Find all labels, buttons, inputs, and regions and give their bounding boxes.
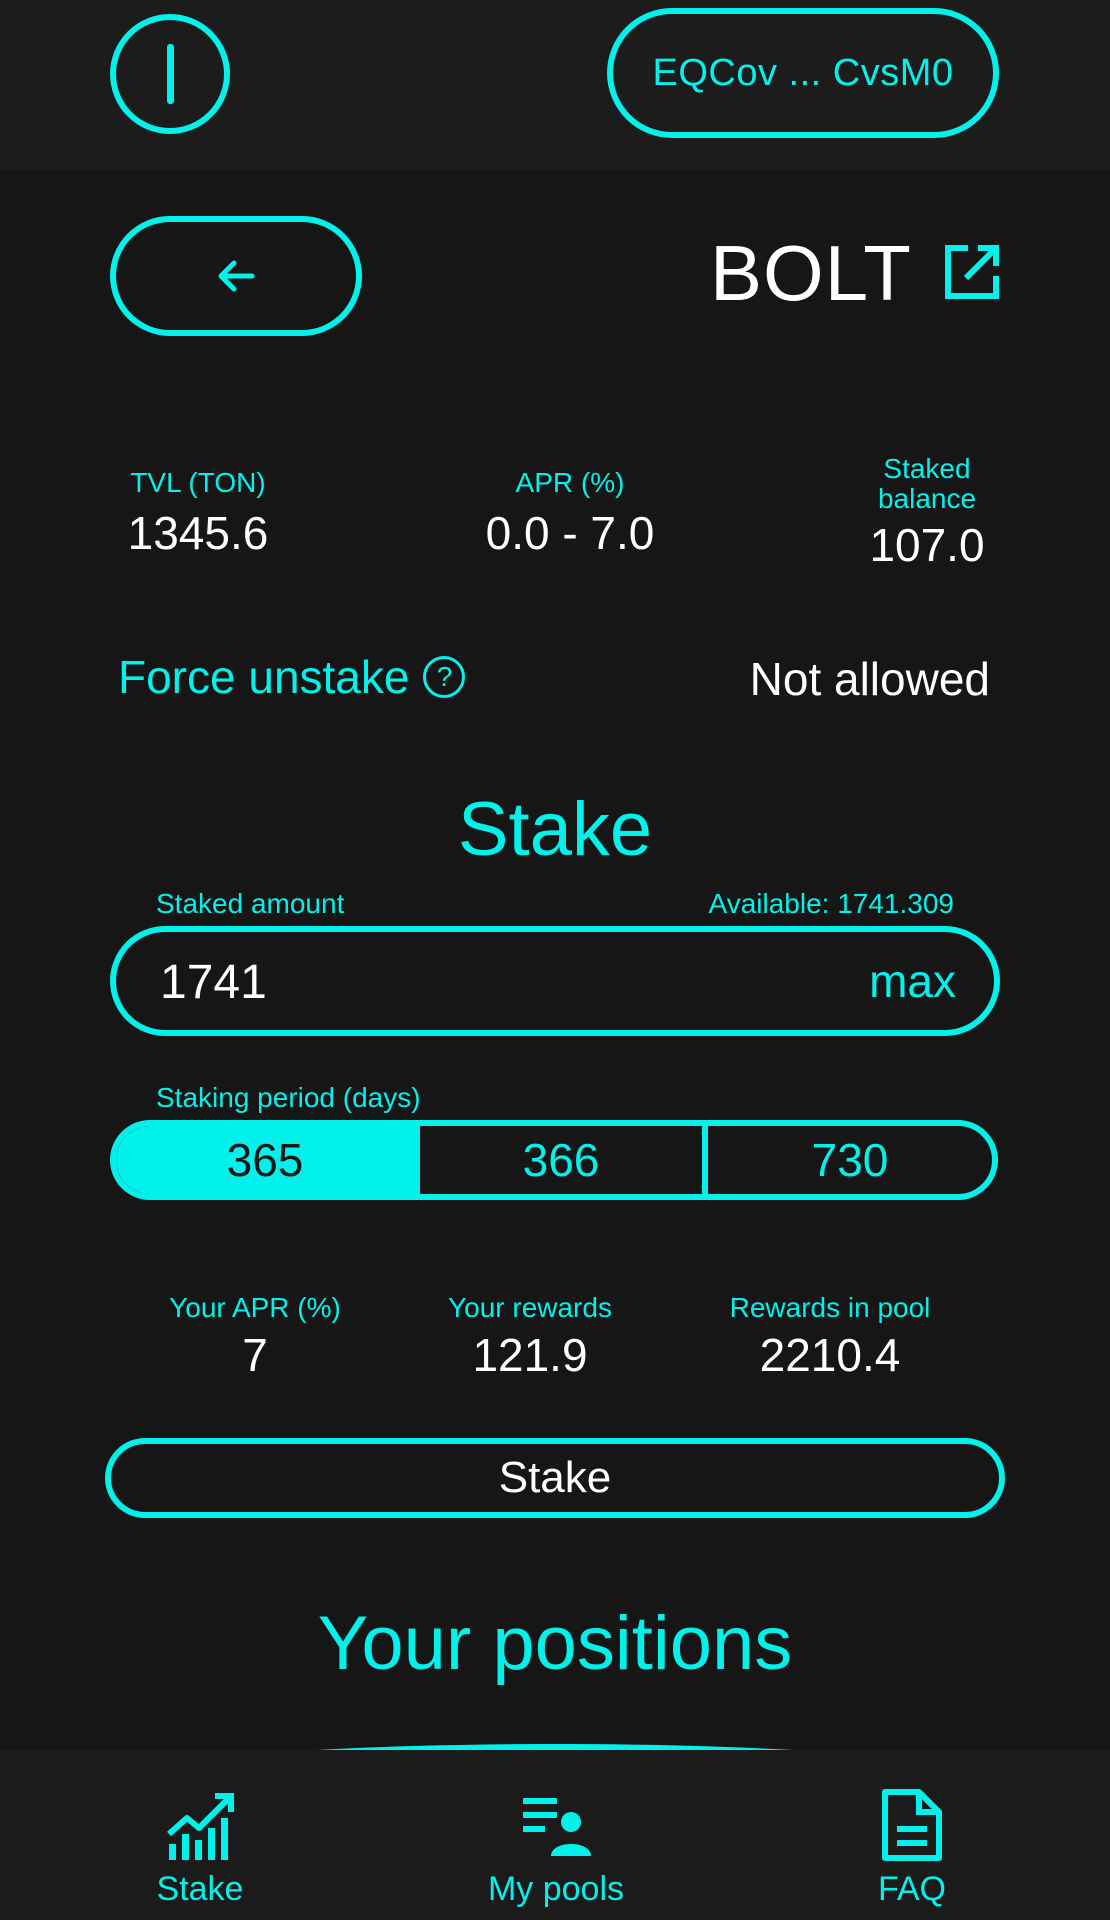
pool-title: BOLT — [710, 229, 912, 317]
wallet-address-button[interactable]: EQCov ... CvsM0 — [607, 8, 999, 138]
tvl-stat: TVL (TON) 1345.6 — [88, 468, 308, 560]
force-unstake-label: Force unstake — [118, 651, 410, 703]
back-button[interactable] — [110, 216, 362, 336]
your-rewards-label: Your rewards — [448, 1292, 612, 1323]
your-apr-stat: Your APR (%) 7 — [140, 1292, 370, 1382]
available-balance: Available: 1741.309 — [708, 888, 954, 919]
staked-balance-label-line2: balance — [877, 483, 977, 514]
force-unstake-row: Force unstake ? — [118, 650, 466, 704]
period-option-366[interactable]: 366 — [414, 1126, 708, 1194]
nav-label-stake: Stake — [156, 1870, 244, 1908]
nav-item-faq[interactable]: FAQ — [832, 1750, 992, 1920]
pool-rewards-stat: Rewards in pool 2210.4 — [700, 1292, 960, 1382]
apr-label: APR (%) — [515, 467, 625, 498]
staked-balance-label-line1: Staked — [883, 453, 971, 484]
positions-heading: Your positions — [317, 1601, 793, 1686]
nav-item-stake[interactable]: Stake — [120, 1750, 280, 1920]
tvl-label: TVL (TON) — [130, 467, 266, 498]
staking-period-selector: 365 366 730 — [110, 1120, 998, 1200]
nav-label-my-pools: My pools — [487, 1870, 625, 1908]
apr-stat: APR (%) 0.0 - 7.0 — [440, 468, 700, 560]
arrow-left-icon — [218, 260, 255, 292]
staked-amount-label: Staked amount — [156, 888, 345, 919]
nav-label-faq: FAQ — [877, 1870, 947, 1908]
document-icon — [882, 1789, 942, 1861]
your-rewards-value: 121.9 — [472, 1329, 588, 1381]
pool-list-icon — [523, 1798, 591, 1856]
period-option-730[interactable]: 730 — [708, 1126, 992, 1194]
external-link-icon[interactable] — [940, 240, 1004, 304]
tvl-value: 1345.6 — [127, 507, 269, 559]
top-bar: EQCov ... CvsM0 — [0, 0, 1110, 170]
power-icon — [166, 44, 174, 104]
staking-period-label: Staking period (days) — [156, 1082, 421, 1113]
your-apr-value: 7 — [242, 1329, 268, 1381]
pool-rewards-value: 2210.4 — [759, 1329, 901, 1381]
max-button[interactable]: max — [869, 954, 956, 1008]
nav-item-my-pools[interactable]: My pools — [476, 1750, 636, 1920]
stake-heading: Stake — [457, 787, 653, 872]
pool-rewards-label: Rewards in pool — [729, 1292, 931, 1323]
force-unstake-value: Not allowed — [749, 653, 990, 705]
staked-balance-value: 107.0 — [869, 519, 985, 571]
period-option-365[interactable]: 365 — [116, 1126, 414, 1194]
help-icon[interactable]: ? — [423, 656, 466, 698]
apr-value: 0.0 - 7.0 — [485, 507, 655, 559]
your-rewards-stat: Your rewards 121.9 — [420, 1292, 640, 1382]
staked-balance-stat: Staked balance 107.0 — [832, 454, 1022, 572]
staked-amount-input[interactable] — [160, 950, 760, 1014]
stake-button[interactable]: Stake — [105, 1438, 1005, 1518]
staked-amount-field: max — [110, 926, 1000, 1036]
power-button[interactable] — [110, 14, 230, 134]
your-apr-label: Your APR (%) — [169, 1292, 341, 1323]
chart-icon — [167, 1793, 234, 1860]
bottom-nav: Stake My pools FAQ — [0, 1750, 1110, 1920]
